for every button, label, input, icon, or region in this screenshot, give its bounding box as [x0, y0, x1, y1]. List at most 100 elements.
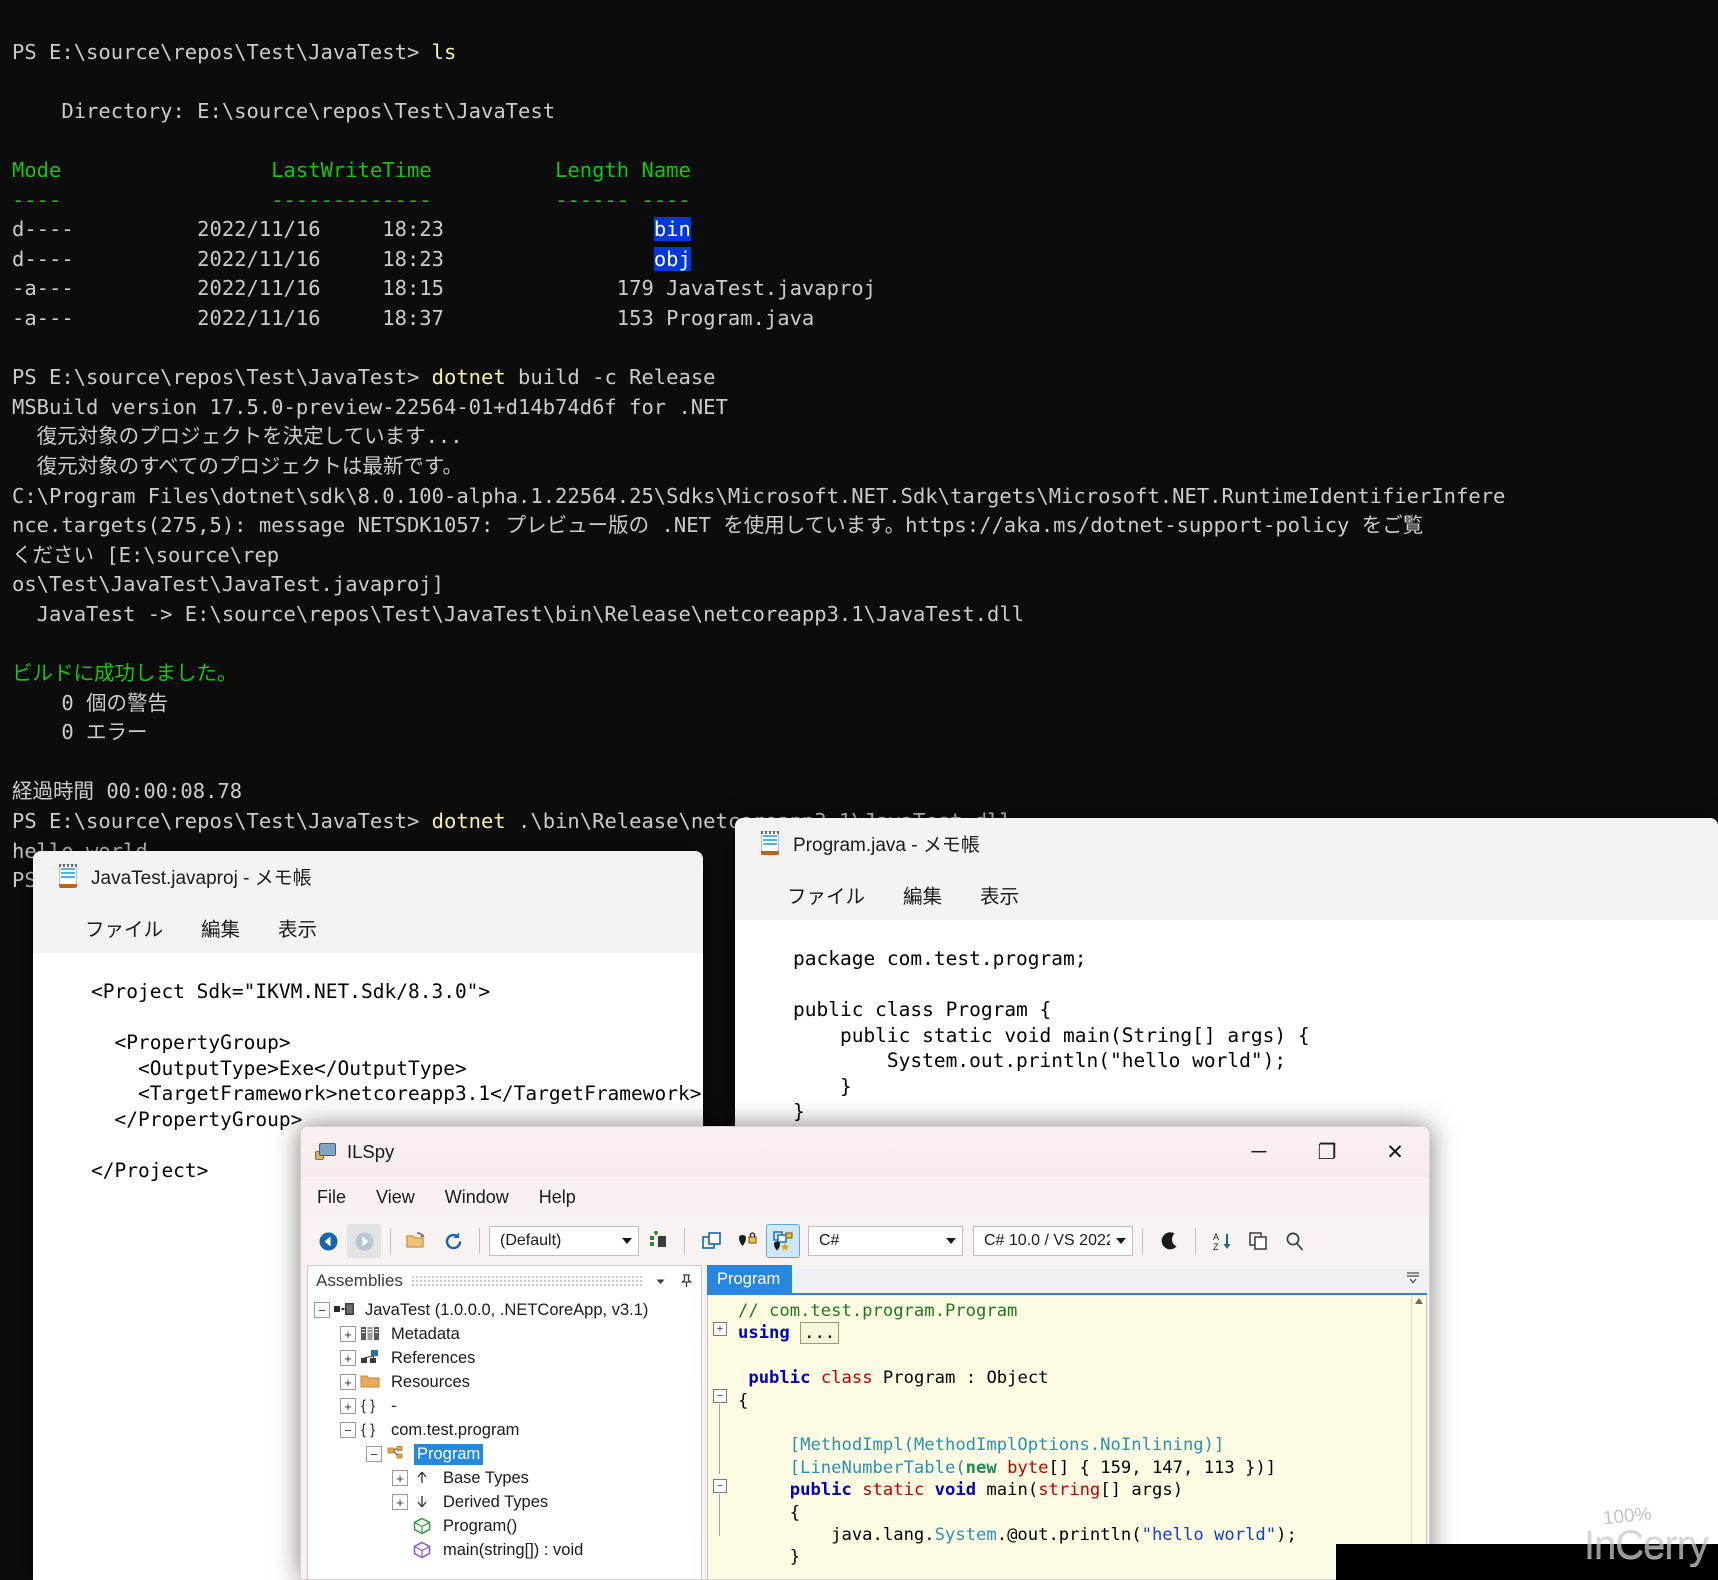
- theme-combo[interactable]: (Default): [489, 1226, 639, 1256]
- code-class-kw1: public: [748, 1368, 811, 1389]
- row-time: 18:23: [382, 217, 444, 242]
- toolbar-separator: [479, 1228, 480, 1254]
- ilspy-toolbar[interactable]: (Default) C# C# 10.0 / VS 2022 A Z: [301, 1217, 1429, 1265]
- notepad-menubar-java[interactable]: ファイル 編集 表示: [735, 868, 1718, 920]
- notepad-titlebar-javaproj[interactable]: JavaTest.javaproj - メモ帳: [33, 851, 703, 901]
- svg-text:A: A: [1213, 1232, 1219, 1242]
- compare-icon[interactable]: [694, 1224, 728, 1258]
- code-param-type: string: [1038, 1480, 1101, 1501]
- expander-icon[interactable]: +: [340, 1398, 356, 1414]
- window-controls[interactable]: ─ ❐ ✕: [1225, 1127, 1429, 1177]
- ilspy-title-text: ILSpy: [347, 1141, 395, 1162]
- fold-expand-using[interactable]: +: [713, 1322, 727, 1336]
- table-rule-row: ---- ------------- ------ ----: [12, 188, 691, 212]
- tree-node-label: Base Types: [443, 1468, 529, 1487]
- menu-file[interactable]: ファイル: [787, 880, 865, 909]
- code-using-collapsed[interactable]: ...: [800, 1322, 840, 1345]
- expander-icon[interactable]: −: [314, 1302, 330, 1318]
- fold-collapse-method[interactable]: −: [713, 1479, 727, 1493]
- assemblies-panel[interactable]: Assemblies − JavaTest (1.0.0.0, .NETCore…: [307, 1265, 702, 1579]
- chevron-down-icon[interactable]: [651, 1272, 669, 1290]
- pin-icon[interactable]: [677, 1272, 695, 1290]
- notepad-titlebar-java[interactable]: Program.java - メモ帳: [735, 818, 1718, 868]
- chevron-down-icon: [1116, 1238, 1126, 1244]
- ilspy-main-area: Assemblies − JavaTest (1.0.0.0, .NETCore…: [301, 1265, 1429, 1579]
- tab-menu-icon[interactable]: [1405, 1271, 1421, 1288]
- expander-icon[interactable]: +: [392, 1470, 408, 1486]
- expander-icon[interactable]: +: [340, 1350, 356, 1366]
- tab-program[interactable]: Program: [707, 1265, 793, 1293]
- ilspy-titlebar[interactable]: ILSpy ─ ❐ ✕: [301, 1127, 1429, 1177]
- assemblies-tree[interactable]: − JavaTest (1.0.0.0, .NETCoreApp, v3.1) …: [308, 1296, 701, 1579]
- rule-mode: ----: [12, 187, 62, 212]
- menu-file[interactable]: ファイル: [85, 913, 163, 942]
- build-output-line: ください [E:\source\rep: [12, 542, 280, 567]
- table-header-row: Mode LastWriteTime Length Name: [12, 158, 691, 182]
- row-time: 18:15: [382, 276, 444, 301]
- language-version-combo[interactable]: C# 10.0 / VS 2022: [973, 1226, 1133, 1256]
- terminal-blank-3: [12, 336, 24, 360]
- minimize-button[interactable]: ─: [1225, 1127, 1293, 1177]
- expander-icon[interactable]: −: [340, 1422, 356, 1438]
- moon-icon[interactable]: [1152, 1224, 1186, 1258]
- code-viewer[interactable]: + − − // com.test.program.Program using …: [707, 1295, 1427, 1579]
- menu-edit[interactable]: 編集: [201, 913, 240, 942]
- code-using-keyword: using: [738, 1323, 790, 1344]
- menu-view[interactable]: View: [376, 1187, 415, 1208]
- row-mode: -a---: [12, 305, 74, 330]
- row-length: 153: [616, 305, 654, 330]
- duplicate-window-icon[interactable]: [1241, 1224, 1275, 1258]
- header-lastwritetime: LastWriteTime: [271, 157, 432, 182]
- tree-node-derived-types[interactable]: + Derived Types: [314, 1490, 701, 1514]
- fold-margin[interactable]: + − −: [708, 1295, 734, 1579]
- tree-node-javatest[interactable]: − JavaTest (1.0.0.0, .NETCoreApp, v3.1): [314, 1298, 701, 1322]
- expander-icon[interactable]: +: [392, 1494, 408, 1510]
- menu-edit[interactable]: 編集: [903, 880, 942, 909]
- code-method-rest: [] args): [1100, 1480, 1184, 1501]
- tree-node-metadata[interactable]: + Metadata: [314, 1322, 701, 1346]
- menu-help[interactable]: Help: [539, 1187, 576, 1208]
- menu-view[interactable]: 表示: [278, 913, 317, 942]
- code-text[interactable]: // com.test.program.Program using ... pu…: [734, 1295, 1411, 1579]
- assembly-add-icon[interactable]: [641, 1224, 675, 1258]
- ilspy-menubar[interactable]: File View Window Help: [301, 1177, 1429, 1217]
- menu-file[interactable]: File: [317, 1187, 346, 1208]
- fold-collapse-class[interactable]: −: [713, 1389, 727, 1403]
- taskbar[interactable]: [1336, 1544, 1718, 1580]
- tree-node-constructor[interactable]: Program(): [314, 1514, 701, 1538]
- scroll-up-arrow-icon[interactable]: [1415, 1298, 1423, 1304]
- tree-node-resources[interactable]: + Resources: [314, 1370, 701, 1394]
- chevron-down-icon: [946, 1238, 956, 1244]
- terminal-blank-2: [12, 128, 24, 152]
- code-attribute-linenumbertable-rest: [] { 159, 147, 113 })]: [1048, 1457, 1277, 1478]
- tab-strip[interactable]: Program: [707, 1265, 1427, 1295]
- tree-node-method-main[interactable]: main(string[]) : void: [314, 1538, 701, 1562]
- expander-icon[interactable]: −: [366, 1446, 382, 1462]
- tree-node-namespace-comtestprogram[interactable]: − { } com.test.program: [314, 1418, 701, 1442]
- show-internal-icon[interactable]: [730, 1224, 764, 1258]
- expander-icon[interactable]: +: [340, 1374, 356, 1390]
- menu-window[interactable]: Window: [445, 1187, 509, 1208]
- language-combo[interactable]: C#: [808, 1226, 963, 1256]
- maximize-button[interactable]: ❐: [1293, 1127, 1361, 1177]
- build-success-message: ビルドに成功しました。: [12, 661, 238, 686]
- back-arrow-icon[interactable]: [311, 1224, 345, 1258]
- tree-node-class-program[interactable]: − Program: [314, 1442, 701, 1466]
- refresh-icon[interactable]: [436, 1224, 470, 1258]
- menu-view[interactable]: 表示: [980, 880, 1019, 909]
- tree-node-base-types[interactable]: + Base Types: [314, 1466, 701, 1490]
- show-all-types-icon[interactable]: [766, 1224, 800, 1258]
- ilspy-window[interactable]: ILSpy ─ ❐ ✕ File View Window Help (Defau…: [300, 1126, 1430, 1580]
- build-output-line: 復元対象のすべてのプロジェクトは最新です。: [12, 453, 463, 478]
- close-button[interactable]: ✕: [1361, 1127, 1429, 1177]
- search-icon[interactable]: [1277, 1224, 1311, 1258]
- notepad-menubar-javaproj[interactable]: ファイル 編集 表示: [33, 901, 703, 953]
- code-vertical-scrollbar[interactable]: [1411, 1295, 1426, 1579]
- expander-icon[interactable]: +: [340, 1326, 356, 1342]
- tree-node-namespace-root[interactable]: + { } -: [314, 1394, 701, 1418]
- tree-node-references[interactable]: + References: [314, 1346, 701, 1370]
- open-folder-icon[interactable]: [400, 1224, 434, 1258]
- row-mode: d----: [12, 217, 74, 242]
- notepad-icon: [759, 830, 781, 856]
- sort-az-icon[interactable]: AZ: [1205, 1224, 1239, 1258]
